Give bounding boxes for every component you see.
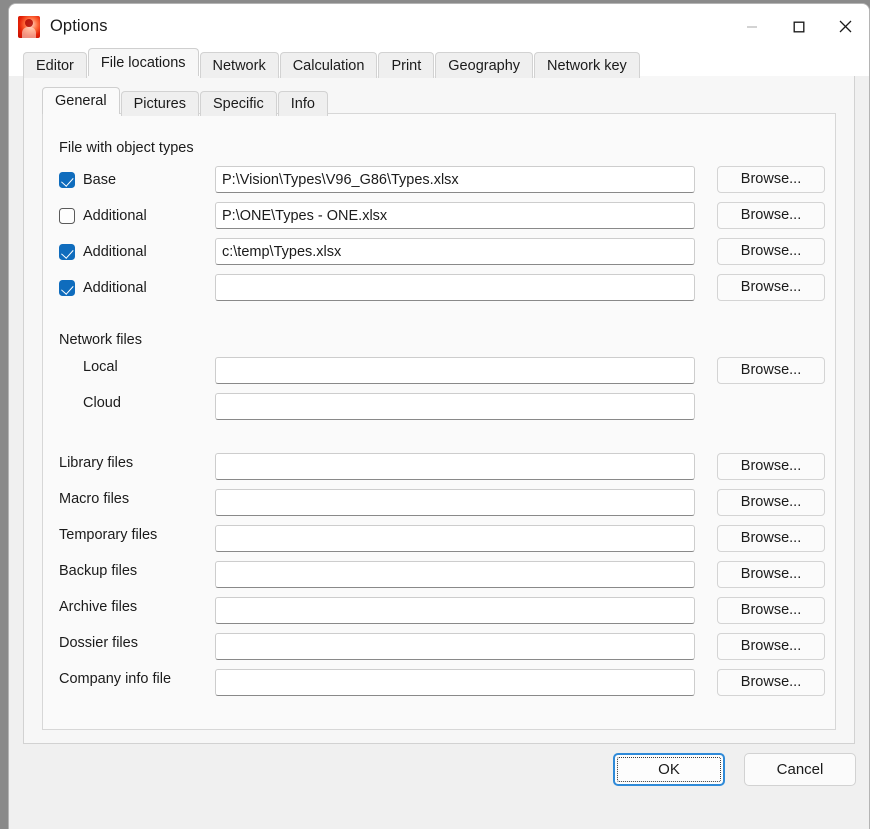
browse-button-backup-files[interactable]: Browse... <box>717 561 825 588</box>
checkbox-label: Additional <box>83 208 147 224</box>
input-object-types-additional-1[interactable] <box>215 202 695 229</box>
file-locations-page: General Pictures Specific Info File with… <box>23 75 855 744</box>
checkbox-row-base[interactable]: Base <box>59 166 116 194</box>
tab-label: Print <box>391 57 422 74</box>
tab-file-locations[interactable]: File locations <box>87 48 199 76</box>
tab-network[interactable]: Network <box>199 52 279 78</box>
browse-button-object-types-additional-1[interactable]: Browse... <box>717 202 825 229</box>
inner-tab-specific[interactable]: Specific <box>199 91 277 116</box>
input-temporary-files[interactable] <box>215 525 695 552</box>
maximize-icon[interactable] <box>775 4 822 49</box>
window-controls <box>728 4 869 49</box>
options-dialog-window: Options Editor File locations Network Ca… <box>8 3 870 829</box>
app-icon <box>18 15 40 38</box>
browse-button-archive-files[interactable]: Browse... <box>717 597 825 624</box>
tab-editor[interactable]: Editor <box>23 52 87 78</box>
label-library-files: Library files <box>59 455 134 471</box>
label-temporary-files: Temporary files <box>59 527 158 543</box>
titlebar: Options <box>9 4 869 49</box>
checkbox-label: Additional <box>83 244 147 260</box>
inner-tab-label: Info <box>290 96 315 112</box>
tab-geography[interactable]: Geography <box>435 52 534 78</box>
general-panel: File with object types Base Browse... Ad… <box>42 113 836 730</box>
browse-button-object-types-base[interactable]: Browse... <box>717 166 825 193</box>
checkbox-label: Base <box>83 172 117 188</box>
checkbox-additional-3[interactable] <box>59 280 75 296</box>
tab-label: Network <box>212 57 266 74</box>
browse-button-object-types-additional-3[interactable]: Browse... <box>717 274 825 301</box>
checkbox-additional-2[interactable] <box>59 244 75 260</box>
ok-button-label: OK <box>658 761 680 778</box>
checkbox-label: Additional <box>83 280 147 296</box>
checkbox-row-additional-1[interactable]: Additional <box>59 202 147 230</box>
tab-print[interactable]: Print <box>378 52 435 78</box>
input-dossier-files[interactable] <box>215 633 695 660</box>
label-backup-files: Backup files <box>59 563 138 579</box>
checkbox-row-additional-2[interactable]: Additional <box>59 238 147 266</box>
input-network-cloud[interactable] <box>215 393 695 420</box>
tab-label: File locations <box>100 54 186 71</box>
browse-button-temporary-files[interactable]: Browse... <box>717 525 825 552</box>
tab-label: Geography <box>448 57 521 74</box>
input-archive-files[interactable] <box>215 597 695 624</box>
input-network-local[interactable] <box>215 357 695 384</box>
section-title-object-types: File with object types <box>59 140 194 156</box>
input-backup-files[interactable] <box>215 561 695 588</box>
input-library-files[interactable] <box>215 453 695 480</box>
tab-label: Network key <box>547 57 627 74</box>
close-icon[interactable] <box>822 4 869 49</box>
input-object-types-base[interactable] <box>215 166 695 193</box>
input-macro-files[interactable] <box>215 489 695 516</box>
checkbox-row-additional-3[interactable]: Additional <box>59 274 147 302</box>
outer-tabstrip: Editor File locations Network Calculatio… <box>9 48 869 78</box>
tab-network-key[interactable]: Network key <box>534 52 640 78</box>
browse-button-dossier-files[interactable]: Browse... <box>717 633 825 660</box>
tab-label: Editor <box>36 57 74 74</box>
inner-tab-info[interactable]: Info <box>277 91 328 116</box>
label-local: Local <box>83 359 118 375</box>
inner-tab-label: General <box>55 93 107 109</box>
checkbox-additional-1[interactable] <box>59 208 75 224</box>
inner-tab-label: Pictures <box>133 96 186 112</box>
minimize-icon[interactable] <box>728 4 775 49</box>
tab-calculation[interactable]: Calculation <box>279 52 378 78</box>
ok-button[interactable]: OK <box>613 753 725 786</box>
inner-tab-general[interactable]: General <box>42 87 120 114</box>
label-company-info-file: Company info file <box>59 671 172 687</box>
browse-button-company-info-file[interactable]: Browse... <box>717 669 825 696</box>
input-company-info-file[interactable] <box>215 669 695 696</box>
inner-tabstrip: General Pictures Specific Info <box>42 87 329 116</box>
input-object-types-additional-2[interactable] <box>215 238 695 265</box>
label-archive-files: Archive files <box>59 599 138 615</box>
section-title-network-files: Network files <box>59 332 142 348</box>
inner-tab-pictures[interactable]: Pictures <box>120 91 199 116</box>
inner-tab-label: Specific <box>212 96 264 112</box>
browse-button-network-local[interactable]: Browse... <box>717 357 825 384</box>
input-object-types-additional-3[interactable] <box>215 274 695 301</box>
browse-button-library-files[interactable]: Browse... <box>717 453 825 480</box>
window-title: Options <box>50 17 108 35</box>
label-cloud: Cloud <box>83 395 121 411</box>
label-dossier-files: Dossier files <box>59 635 138 651</box>
dialog-footer: OK Cancel <box>9 741 869 829</box>
browse-button-object-types-additional-2[interactable]: Browse... <box>717 238 825 265</box>
checkbox-base[interactable] <box>59 172 75 188</box>
label-macro-files: Macro files <box>59 491 130 507</box>
tab-label: Calculation <box>292 57 365 74</box>
browse-button-macro-files[interactable]: Browse... <box>717 489 825 516</box>
cancel-button[interactable]: Cancel <box>744 753 856 786</box>
